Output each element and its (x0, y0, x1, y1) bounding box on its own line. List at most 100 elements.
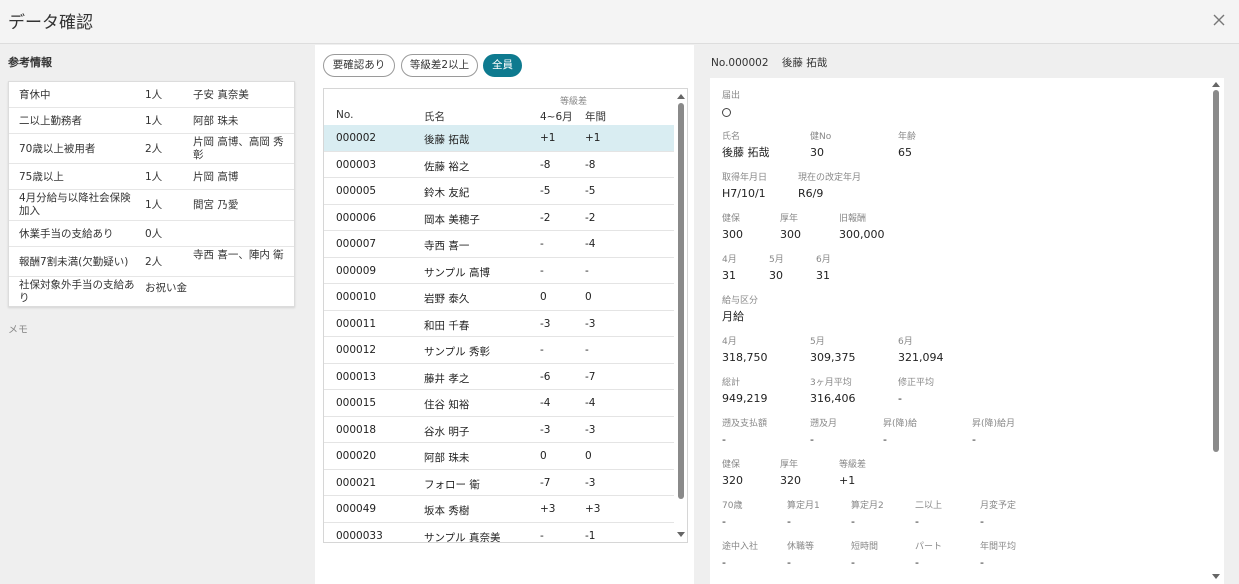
employee-no: 000006 (336, 211, 377, 224)
reference-label: 70歳以上被用者 (19, 143, 96, 155)
field-label: 短時間 (851, 542, 879, 552)
field-label: 70歳 (722, 501, 743, 511)
table-row[interactable]: 000003 佐藤 裕之 -8 -8 (324, 152, 674, 178)
santei-month2-field: 算定月2 - (851, 501, 884, 529)
scroll-down-icon[interactable] (1212, 574, 1220, 579)
employee-name: 坂本 秀樹 (424, 505, 470, 517)
old-salary-field: 旧報酬 300,000 (839, 214, 885, 242)
field-value: - (810, 433, 814, 446)
employee-no: 000011 (336, 317, 377, 330)
table-row[interactable]: 000005 鈴木 友紀 -5 -5 (324, 178, 674, 205)
part-time-field: パート - (915, 542, 942, 570)
detail-scrollbar[interactable] (1210, 78, 1222, 584)
grade-diff-annual: -1 (585, 529, 596, 542)
grade-diff-apr-jun: - (540, 238, 544, 250)
corrected-average-field: 修正平均 - (898, 378, 934, 406)
column-header-no[interactable]: No. (336, 109, 353, 121)
grade-diff-apr-jun: -3 (540, 317, 551, 330)
grade-diff-field: 等級差 +1 (839, 460, 866, 488)
memo-label: メモ (8, 325, 28, 336)
employee-table: 等級差 No. 氏名 4~6月 年間 000002 後藤 拓哉 +1 +1 000003… (323, 88, 688, 543)
field-value: 後藤 拓哉 (722, 146, 770, 159)
grade-diff-apr-jun: -3 (540, 423, 551, 436)
field-label: 昇(降)給月 (972, 419, 1016, 429)
days-may-field: 5月 30 (769, 255, 784, 283)
table-row[interactable]: 000009 サンプル 高博 - - (324, 258, 674, 284)
field-label: 旧報酬 (839, 214, 867, 224)
filter-needs-check-button[interactable]: 要確認あり (323, 54, 395, 77)
field-label: 4月 (722, 255, 737, 265)
three-month-average-field: 3ヶ月平均 316,406 (810, 378, 856, 406)
field-label: 二以上 (915, 501, 943, 511)
column-header-annual[interactable]: 年間 (585, 109, 606, 124)
age70-field: 70歳 - (722, 501, 742, 529)
scroll-up-icon[interactable] (677, 94, 685, 99)
employee-name: 和田 千春 (424, 319, 470, 332)
table-row[interactable]: 000007 寺西 喜一 - -4 (324, 231, 674, 258)
reference-label: 報酬7割未満(欠勤疑い) (19, 256, 129, 268)
grade-diff-apr-jun: - (540, 529, 544, 542)
filter-all-button[interactable]: 全員 (483, 54, 522, 77)
reference-label: 4月分給与以降社会保険加入 (19, 192, 131, 217)
filter-grade-diff-button[interactable]: 等級差2以上 (401, 54, 478, 77)
field-label: 等級差 (839, 460, 867, 470)
employee-name: 岡本 美穂子 (424, 213, 480, 226)
reference-row: 報酬7割未満(欠勤疑い) 2人 寺西 喜一、陣内 衛 (9, 247, 294, 277)
table-row[interactable]: 000002 後藤 拓哉 +1 +1 (324, 125, 674, 152)
table-row[interactable]: 0000033 サンプル 真奈美 - -1 (324, 523, 674, 543)
scrollbar-thumb[interactable] (678, 103, 684, 499)
table-row[interactable]: 000013 藤井 孝之 -6 -7 (324, 364, 674, 390)
scroll-up-icon[interactable] (1212, 82, 1220, 87)
field-label: 算定月1 (787, 501, 820, 511)
detail-header: No.000002 後藤 拓哉 (711, 55, 837, 70)
employee-no: 000009 (336, 264, 377, 277)
table-row[interactable]: 000015 住谷 知裕 -4 -4 (324, 390, 674, 417)
employee-no: 000049 (336, 503, 377, 515)
field-value: - (915, 515, 919, 528)
field-value: 318,750 (722, 351, 768, 364)
grade-diff-annual: +3 (585, 503, 601, 515)
table-row[interactable]: 000018 谷水 明子 -3 -3 (324, 417, 674, 443)
field-value: - (898, 392, 902, 405)
age-field: 年齢 65 (898, 132, 916, 160)
grade-diff-apr-jun: -7 (540, 476, 551, 489)
field-label: 6月 (816, 255, 831, 265)
grade-diff-apr-jun: -6 (540, 370, 551, 383)
column-header-apr-jun[interactable]: 4~6月 (540, 109, 573, 124)
table-row[interactable]: 000020 阿部 珠未 0 0 (324, 443, 674, 470)
scrollbar-thumb[interactable] (1213, 90, 1219, 452)
field-label: 厚年 (780, 460, 799, 470)
table-row[interactable]: 000010 岩野 泰久 0 0 (324, 284, 674, 311)
reference-count: 1人 (145, 171, 163, 183)
table-row[interactable]: 000049 坂本 秀樹 +3 +3 (324, 496, 674, 523)
grade-diff-apr-jun: - (540, 264, 544, 277)
grade-diff-apr-jun: -5 (540, 185, 551, 197)
field-value: 30 (810, 146, 824, 159)
grade-diff-annual: +1 (585, 132, 601, 144)
table-row[interactable]: 000006 岡本 美穂子 -2 -2 (324, 205, 674, 231)
kousei-field: 厚年 300 (780, 214, 801, 242)
table-row[interactable]: 000011 和田 千春 -3 -3 (324, 311, 674, 337)
list-scrollbar[interactable] (675, 89, 687, 542)
field-label: 昇(降)給 (883, 419, 918, 429)
table-row[interactable]: 000021 フォロー 衛 -7 -3 (324, 470, 674, 496)
scroll-down-icon[interactable] (677, 532, 685, 537)
employee-no: 000021 (336, 476, 377, 489)
employee-no: 000020 (336, 450, 377, 462)
field-label: 3ヶ月平均 (810, 378, 852, 388)
column-header-name[interactable]: 氏名 (424, 109, 445, 124)
reference-names: 阿部 珠未 (193, 115, 239, 127)
field-value: 320 (780, 474, 801, 487)
employee-name: 藤井 孝之 (424, 372, 470, 385)
employee-no: 000003 (336, 158, 377, 171)
grade-diff-annual: 0 (585, 291, 592, 303)
field-value: - (722, 515, 726, 528)
employee-no: 000015 (336, 397, 377, 409)
table-row[interactable]: 000012 サンプル 秀彰 - - (324, 337, 674, 364)
reference-row: 4月分給与以降社会保険加入 1人 間宮 乃愛 (9, 190, 294, 221)
close-icon[interactable] (1209, 10, 1229, 30)
pay-may-field: 5月 309,375 (810, 337, 856, 365)
field-value: 949,219 (722, 392, 768, 405)
field-label: 遡及月 (810, 419, 838, 429)
kenpo-field: 健保 300 (722, 214, 743, 242)
